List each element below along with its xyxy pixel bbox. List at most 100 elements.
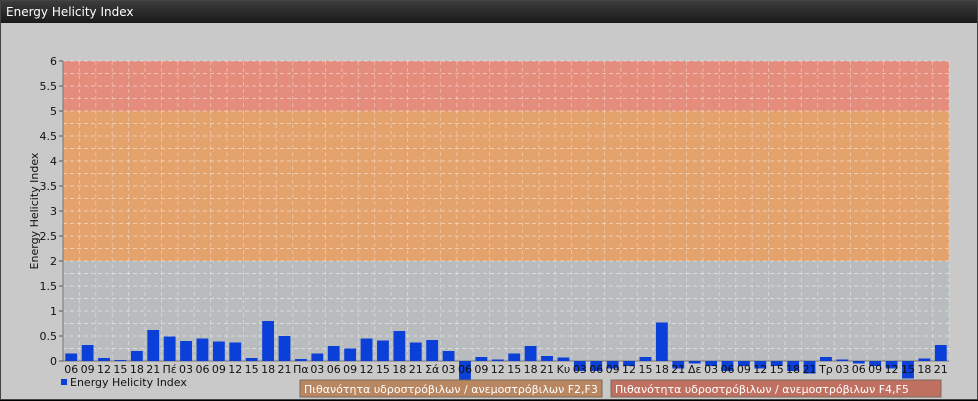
x-tick-label: 15 bbox=[245, 363, 259, 376]
x-tick-label: 12 bbox=[228, 363, 242, 376]
y-tick-label: 3.5 bbox=[40, 180, 58, 193]
bar-Πα-14 bbox=[295, 359, 307, 361]
bar-12-2 bbox=[98, 358, 110, 361]
bar-09-17 bbox=[344, 348, 357, 361]
y-axis-title: Energy Helicity Index bbox=[28, 152, 41, 269]
x-tick-label: 15 bbox=[770, 363, 784, 376]
bar-12-10 bbox=[229, 342, 242, 361]
y-tick-label: 2.5 bbox=[40, 230, 58, 243]
bar-21-53 bbox=[934, 345, 947, 361]
bar-18-36 bbox=[655, 322, 668, 361]
y-tick-label: 4.5 bbox=[40, 130, 58, 143]
x-tick-label: 21 bbox=[540, 363, 554, 376]
bar-03-7 bbox=[180, 341, 192, 361]
x-tick-label: 18 bbox=[524, 363, 538, 376]
bar-06-0 bbox=[65, 353, 78, 361]
x-tick-label: 09 bbox=[81, 363, 95, 376]
bar-21-5 bbox=[147, 330, 160, 361]
x-tick-label: 15 bbox=[638, 363, 652, 376]
x-tick-label: 21 bbox=[934, 363, 948, 376]
x-tick-label: 06 bbox=[852, 363, 866, 376]
x-tick-label: 15 bbox=[376, 363, 390, 376]
legend-label: Energy Helicity Index bbox=[70, 376, 187, 389]
x-tick-label: 18 bbox=[786, 363, 800, 376]
x-tick-label: 03 bbox=[573, 363, 587, 376]
energy-helicity-chart: 0 0.5 1 1.5 2 2.5 3 3.5 4 4.5 5 5.5 6 Energy Helicity… bbox=[28, 55, 950, 398]
y-tick-label: 5.5 bbox=[40, 80, 58, 93]
bar-12-18 bbox=[360, 338, 373, 361]
x-tick-label: 12 bbox=[491, 363, 505, 376]
band-legend-label-2: Πιθανότητα υδροστρόβιλων / ανεμοστρόβιλω… bbox=[615, 383, 909, 396]
bar-09-1 bbox=[81, 345, 94, 361]
x-tick-label: 09 bbox=[343, 363, 357, 376]
bar-21-21 bbox=[409, 342, 422, 361]
bar-06-16 bbox=[327, 346, 340, 361]
y-tick-label: 1.5 bbox=[40, 280, 58, 293]
y-tick-label: 4 bbox=[50, 155, 57, 168]
x-tick-label: 18 bbox=[392, 363, 406, 376]
y-tick-label: 2 bbox=[50, 255, 57, 268]
band-legend-label-1: Πιθανότητα υδροστρόβιλων / ανεμοστρόβιλω… bbox=[304, 383, 598, 396]
x-tick-label: 18 bbox=[655, 363, 669, 376]
bar-21-29 bbox=[541, 356, 553, 361]
bar-15-3 bbox=[114, 360, 127, 361]
x-tick-label: 15 bbox=[507, 363, 521, 376]
bar-03-23 bbox=[442, 351, 455, 361]
x-tick-label: Πα bbox=[293, 363, 309, 376]
bar-15-35 bbox=[639, 357, 652, 361]
bar-03-15 bbox=[311, 353, 324, 361]
bar-18-12 bbox=[262, 321, 274, 361]
x-tick-label: 09 bbox=[737, 363, 751, 376]
x-tick-label: 15 bbox=[113, 363, 127, 376]
x-tick-label: 06 bbox=[195, 363, 209, 376]
x-tick-label: 21 bbox=[409, 363, 423, 376]
bar-15-19 bbox=[377, 340, 389, 361]
x-tick-label: 12 bbox=[885, 363, 899, 376]
x-tick-label: 09 bbox=[474, 363, 488, 376]
x-tick-label: 21 bbox=[146, 363, 160, 376]
x-tick-label: 12 bbox=[622, 363, 636, 376]
x-tick-label: Δε bbox=[688, 363, 702, 376]
x-tick-label: 18 bbox=[917, 363, 931, 376]
x-tick-label: 12 bbox=[360, 363, 374, 376]
x-tick-label: 06 bbox=[64, 363, 78, 376]
bar-15-27 bbox=[508, 353, 521, 361]
x-tick-label: Κυ bbox=[557, 363, 571, 376]
bar-Πέ-6 bbox=[163, 336, 176, 361]
bar-06-8 bbox=[196, 338, 209, 361]
x-tick-label: 03 bbox=[704, 363, 718, 376]
bar-Κυ-30 bbox=[557, 357, 570, 361]
bar-12-26 bbox=[491, 359, 504, 361]
bar-21-13 bbox=[278, 336, 291, 361]
bar-15-11 bbox=[245, 358, 258, 361]
bar-03-47 bbox=[836, 359, 849, 361]
bar-09-25 bbox=[475, 357, 488, 361]
y-tick-label: 1 bbox=[50, 305, 57, 318]
x-tick-label: 21 bbox=[671, 363, 685, 376]
x-tick-label: 21 bbox=[803, 363, 817, 376]
x-tick-label: 12 bbox=[97, 363, 111, 376]
bar-18-28 bbox=[524, 346, 537, 361]
bar-09-9 bbox=[212, 341, 225, 361]
x-tick-label: 03 bbox=[835, 363, 849, 376]
x-tick-label: Πέ bbox=[163, 363, 177, 376]
x-tick-label: 12 bbox=[753, 363, 767, 376]
x-tick-label: 03 bbox=[310, 363, 324, 376]
x-tick-label: 18 bbox=[130, 363, 144, 376]
x-tick-label: 21 bbox=[278, 363, 292, 376]
x-tick-label: 06 bbox=[458, 363, 472, 376]
bar-Σά-22 bbox=[426, 340, 439, 361]
x-tick-label: 09 bbox=[212, 363, 226, 376]
x-tick-label: 03 bbox=[179, 363, 193, 376]
x-tick-label: 06 bbox=[721, 363, 735, 376]
x-tick-label: 15 bbox=[901, 363, 915, 376]
x-tick-label: 09 bbox=[606, 363, 620, 376]
x-tick-label: 09 bbox=[868, 363, 882, 376]
chart-window: Energy Helicity Index 0 0.5 1 1.5 2 2.5 3 3.5 4 4… bbox=[0, 0, 978, 400]
x-tick-label: 06 bbox=[327, 363, 341, 376]
x-tick-label: 06 bbox=[589, 363, 603, 376]
y-tick-label: 3 bbox=[50, 205, 57, 218]
y-tick-label: 5 bbox=[50, 105, 57, 118]
bar-18-4 bbox=[130, 351, 143, 361]
bar-18-20 bbox=[393, 331, 406, 361]
